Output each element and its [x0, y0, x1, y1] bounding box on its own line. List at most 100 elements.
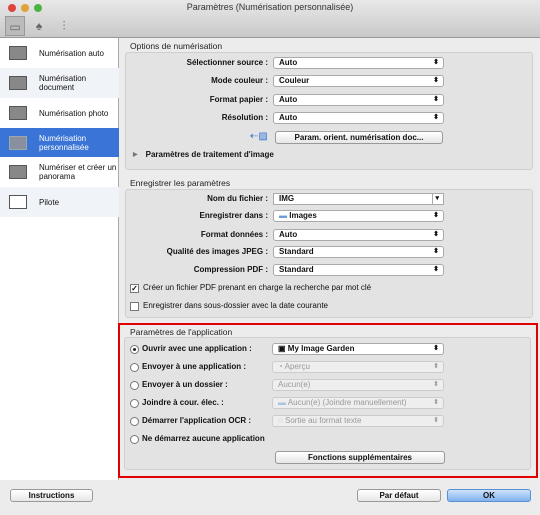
- select-value: Couleur: [279, 76, 310, 85]
- filename-combobox[interactable]: IMG ▾: [273, 193, 444, 205]
- radio-icon: [130, 380, 139, 390]
- updown-icon: ⬍: [433, 231, 439, 238]
- paper-size-label: Format papier :: [209, 95, 268, 104]
- color-mode-label: Mode couleur :: [211, 76, 268, 85]
- sidebar-item-label: Numérisation auto: [39, 48, 104, 58]
- sidebar-item-custom[interactable]: Numérisation personnalisée: [0, 128, 119, 157]
- ok-button[interactable]: OK: [447, 489, 531, 502]
- source-select[interactable]: Auto ⬍: [273, 57, 444, 69]
- save-in-select[interactable]: ▬ Images ⬍: [273, 210, 444, 222]
- radio-label: Joindre à cour. élec. :: [142, 398, 224, 407]
- date-subfolder-checkbox[interactable]: Enregistrer dans sous-dossier avec la da…: [130, 300, 328, 312]
- preview-icon: ◔: [278, 362, 285, 371]
- orientation-icon: ⇠▨: [250, 131, 268, 142]
- select-value: Images: [289, 211, 317, 220]
- send-folder-select[interactable]: Aucun(e) ⬍: [272, 379, 444, 391]
- checkbox-label: Créer un fichier PDF prenant en charge l…: [143, 283, 372, 292]
- updown-icon: ⬍: [433, 212, 439, 219]
- sidebar-item-photo[interactable]: Numérisation photo: [0, 98, 119, 128]
- instructions-button[interactable]: Instructions: [10, 489, 93, 502]
- sidebar-item-document[interactable]: Numérisation document: [0, 68, 119, 98]
- scan-options-title: Options de numérisation: [130, 41, 223, 51]
- photo-icon: [9, 106, 27, 120]
- radio-icon: [130, 362, 139, 372]
- sidebar: Numérisation auto Numérisation document …: [0, 38, 119, 480]
- updown-icon: ⬍: [433, 114, 439, 121]
- select-value: Sortie au format texte: [284, 416, 362, 425]
- paper-size-select[interactable]: Auto ⬍: [273, 94, 444, 106]
- select-value: Auto: [279, 113, 298, 122]
- ocr-icon: ◌: [278, 416, 285, 425]
- updown-icon: ⬍: [433, 96, 439, 103]
- radio-selected-icon: [130, 344, 139, 354]
- open-app-select[interactable]: ▣ My Image Garden ⬍: [272, 343, 444, 355]
- updown-icon: ⬍: [433, 248, 439, 255]
- save-settings-title: Enregistrer les paramètres: [130, 178, 231, 188]
- network-icon[interactable]: ♠: [29, 16, 49, 36]
- radio-start-ocr[interactable]: Démarrer l'application OCR :: [130, 415, 251, 427]
- radio-label: Envoyer à un dossier :: [142, 380, 228, 389]
- jpeg-quality-select[interactable]: Standard ⬍: [273, 246, 444, 258]
- updown-icon: ⬍: [433, 59, 439, 66]
- default-button[interactable]: Par défaut: [357, 489, 441, 502]
- radio-no-app[interactable]: Ne démarrez aucune application: [130, 433, 265, 445]
- sidebar-item-panorama[interactable]: Numériser et créer un panorama: [0, 157, 119, 187]
- sidebar-item-label: Numériser et créer un panorama: [39, 163, 117, 181]
- sidebar-item-label: Numérisation personnalisée: [39, 133, 89, 152]
- select-value: Auto: [279, 95, 298, 104]
- radio-attach-email[interactable]: Joindre à cour. élec. :: [130, 397, 224, 409]
- filename-value: IMG: [279, 194, 295, 203]
- pdf-document-icon: [9, 76, 27, 90]
- dropdown-arrow-icon[interactable]: ▾: [432, 194, 439, 204]
- radio-label: Envoyer à une application :: [142, 362, 247, 371]
- color-mode-select[interactable]: Couleur ⬍: [273, 75, 444, 87]
- data-format-select[interactable]: Auto ⬍: [273, 229, 444, 241]
- updown-icon: ⬍: [433, 345, 439, 352]
- select-value: Aucun(e) (Joindre manuellement): [287, 398, 407, 407]
- keyword-pdf-checkbox[interactable]: ✓ Créer un fichier PDF prenant en charge …: [130, 282, 371, 294]
- updown-icon: ⬍: [433, 399, 439, 406]
- updown-icon: ⬍: [433, 266, 439, 273]
- sidebar-item-driver[interactable]: Pilote: [0, 187, 119, 217]
- source-label: Sélectionner source :: [186, 58, 268, 67]
- select-value: Auto: [279, 58, 298, 67]
- radio-send-folder[interactable]: Envoyer à un dossier :: [130, 379, 228, 391]
- radio-send-app[interactable]: Envoyer à une application :: [130, 361, 246, 373]
- updown-icon: ⬍: [433, 77, 439, 84]
- sidebar-item-label: Numérisation photo: [39, 108, 109, 118]
- sidebar-item-auto[interactable]: Numérisation auto: [0, 38, 119, 68]
- resolution-label: Résolution :: [221, 113, 268, 122]
- orientation-settings-button[interactable]: Param. orient. numérisation doc...: [275, 131, 443, 144]
- radio-icon: [130, 416, 139, 426]
- resolution-select[interactable]: Auto ⬍: [273, 112, 444, 124]
- jpeg-quality-label: Qualité des images JPEG :: [166, 247, 268, 256]
- radio-label: Ne démarrez aucune application: [142, 434, 265, 443]
- sidebar-item-label: Pilote: [39, 197, 60, 207]
- ocr-select[interactable]: ◌ Sortie au format texte ⬍: [272, 415, 444, 427]
- select-value: Standard: [279, 247, 314, 256]
- app-settings-title: Paramètres de l'application: [130, 327, 233, 337]
- attach-email-select[interactable]: ▬ Aucun(e) (Joindre manuellement) ⬍: [272, 397, 444, 409]
- radio-open-app[interactable]: Ouvrir avec une application :: [130, 343, 252, 355]
- data-format-label: Format données :: [200, 230, 268, 239]
- radio-label: Démarrer l'application OCR :: [142, 416, 252, 425]
- more-functions-button[interactable]: Fonctions supplémentaires: [275, 451, 445, 464]
- disclosure-triangle-icon: ▶: [133, 152, 138, 158]
- pdf-compression-select[interactable]: Standard ⬍: [273, 264, 444, 276]
- save-in-label: Enregistrer dans :: [199, 211, 268, 220]
- send-app-select[interactable]: ◔ Aperçu ⬍: [272, 361, 444, 373]
- updown-icon: ⬍: [433, 363, 439, 370]
- image-processing-toggle[interactable]: ▶ Paramètres de traitement d'image: [133, 149, 274, 161]
- updown-icon: ⬍: [433, 417, 439, 424]
- select-value: Aperçu: [284, 362, 310, 371]
- title-bar: Paramètres (Numérisation personnalisée) …: [0, 0, 540, 38]
- image-processing-label: Paramètres de traitement d'image: [145, 150, 274, 159]
- scanner-icon[interactable]: ▭: [5, 16, 25, 36]
- sidebar-item-label: Numérisation document: [39, 74, 87, 92]
- folder-icon: ▬: [278, 398, 288, 407]
- updown-icon: ⬍: [433, 381, 439, 388]
- app-icon: ▣: [278, 344, 288, 353]
- general-settings-icon[interactable]: ⫶: [54, 16, 74, 36]
- select-value: Standard: [279, 265, 314, 274]
- radio-icon: [130, 398, 139, 408]
